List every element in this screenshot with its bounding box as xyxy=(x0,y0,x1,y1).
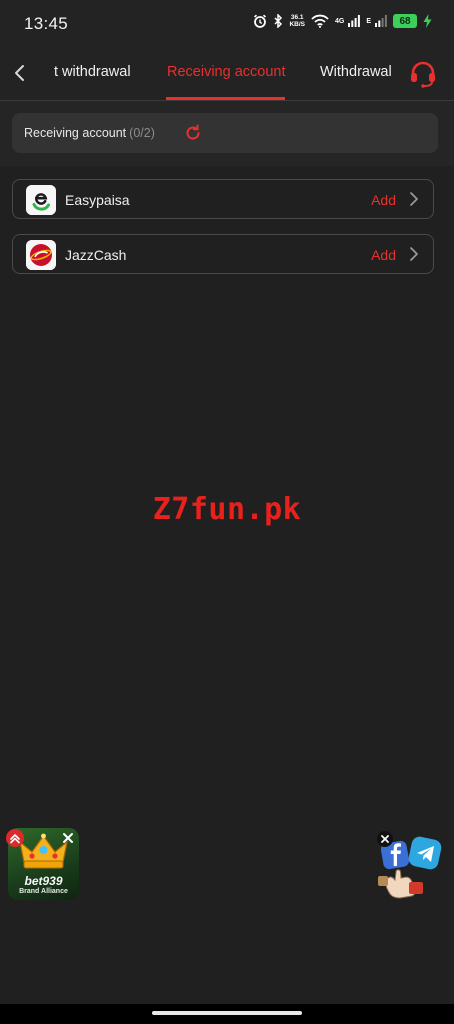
tab-receiving-account[interactable]: Receiving account xyxy=(167,64,286,80)
signal-icon xyxy=(348,15,361,27)
status-time: 13:45 xyxy=(24,14,69,33)
easypaisa-logo xyxy=(26,185,56,215)
charging-icon xyxy=(423,14,432,28)
net-type-e: E xyxy=(366,17,371,25)
jazzcash-logo xyxy=(26,240,56,270)
status-icons: 36.1 KB/S 4G E 68 xyxy=(253,14,432,28)
refresh-icon[interactable] xyxy=(184,124,202,142)
net-speed-unit: KB/S xyxy=(289,21,305,28)
close-promo-icon[interactable] xyxy=(61,831,75,845)
promo-subtitle: Brand Alliance xyxy=(19,888,68,895)
battery-icon: 68 xyxy=(393,14,417,28)
status-bar: 13:45 36.1 KB/S 4G E 68 xyxy=(0,0,454,48)
alarm-icon xyxy=(253,14,267,28)
net-speed-value: 36.1 xyxy=(290,14,304,21)
back-icon[interactable] xyxy=(10,62,32,84)
promo-brand: bet939 xyxy=(24,874,63,888)
close-social-icon[interactable] xyxy=(377,831,393,847)
account-row-easypaisa[interactable]: Easypaisa Add xyxy=(12,179,434,219)
add-easypaisa-button[interactable]: Add xyxy=(371,192,396,208)
home-indicator[interactable] xyxy=(152,1011,302,1015)
account-row-jazzcash[interactable]: JazzCash Add xyxy=(12,234,434,274)
summary-label: Receiving account xyxy=(24,126,127,140)
summary-text: Receiving account (0/2) xyxy=(24,126,155,140)
account-count: (0/2) xyxy=(129,126,155,140)
net-type-4g: 4G xyxy=(334,17,345,25)
signal-icon-2 xyxy=(375,15,387,27)
tab-withdrawal-record[interactable]: t withdrawal xyxy=(54,64,131,80)
net-speed: 36.1 KB/S xyxy=(289,14,305,28)
bluetooth-icon xyxy=(273,14,283,28)
tab-withdrawal[interactable]: Withdrawal xyxy=(320,64,392,80)
account-name: Easypaisa xyxy=(65,192,130,208)
hand-pointer-icon xyxy=(378,869,423,899)
expand-up-icon[interactable] xyxy=(6,829,24,847)
wifi-icon xyxy=(311,14,329,28)
chevron-right-icon xyxy=(407,191,421,207)
telegram-icon xyxy=(408,836,442,870)
tab-header: t withdrawal Receiving account Withdrawa… xyxy=(0,48,454,101)
customer-service-icon[interactable] xyxy=(408,59,438,89)
account-name: JazzCash xyxy=(65,247,127,263)
watermark-text: Z7fun.pk xyxy=(152,492,302,527)
chevron-right-icon xyxy=(407,246,421,262)
receiving-account-summary: Receiving account (0/2) xyxy=(12,113,438,153)
add-jazzcash-button[interactable]: Add xyxy=(371,247,396,263)
active-tab-indicator xyxy=(166,97,285,100)
